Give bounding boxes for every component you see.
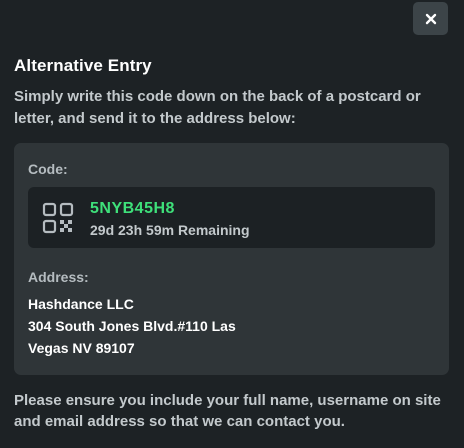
qr-code-icon [42, 202, 74, 234]
close-icon [425, 13, 436, 24]
address-line-1: Hashdance LLC [28, 296, 134, 312]
code-label: Code: [28, 161, 68, 177]
address-label: Address: [28, 269, 89, 285]
entry-code: 5NYB45H8 [90, 200, 175, 217]
close-button[interactable] [413, 2, 448, 35]
footer-note: Please ensure you include your full name… [14, 392, 441, 430]
time-remaining: 29d 23h 59m Remaining [90, 222, 250, 238]
address-line-3: Vegas NV 89107 [28, 340, 135, 356]
modal-title: Alternative Entry [14, 56, 152, 75]
entry-details-card: Code: 5NYB45H8 29d 23h 59m Remaining Add… [14, 143, 449, 375]
code-box: 5NYB45H8 29d 23h 59m Remaining [28, 187, 435, 248]
alternative-entry-modal: Alternative Entry Simply write this code… [0, 0, 464, 448]
address-line-2: 304 South Jones Blvd.#110 Las [28, 318, 236, 334]
instructions-text: Simply write this code down on the back … [14, 88, 421, 127]
